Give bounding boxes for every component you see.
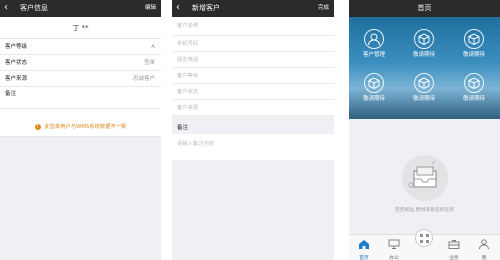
customer-level-field[interactable]: 客户等级 <box>172 68 334 84</box>
feature-grid: 客户管理 敬请期待 敬请期待 敬请期待 敬请期待 敬请期待 <box>349 17 500 119</box>
tab-label: 首页 <box>359 256 369 260</box>
customer-form: 客户名称 手机号码 固定电话 客户等级 客户状态 客户来源 <box>172 17 334 116</box>
new-customer-screen: ‹ 新增客户 完成 客户名称 手机号码 固定电话 客户等级 客户状态 客户来源 … <box>172 0 334 260</box>
row-label: 客户等级 <box>5 44 28 50</box>
user-icon <box>479 239 489 250</box>
tile-label: 敬请期待 <box>462 96 485 102</box>
row-label: 客户状态 <box>5 60 28 66</box>
phone-field[interactable]: 手机号码 <box>172 36 334 52</box>
tile-coming-soon[interactable]: 敬请期待 <box>399 73 449 103</box>
tile-label: 敬请期待 <box>412 96 435 102</box>
tile-label: 敬请期待 <box>362 96 385 102</box>
edit-button[interactable]: 编辑 <box>145 0 156 17</box>
apps-icon <box>415 229 433 247</box>
home-screen: 首页 客户管理 敬请期待 敬请期待 敬请期待 敬请期待 敬请期待 空空如也,暂时… <box>349 0 500 260</box>
customer-info-screen: ‹ 客户信息 编辑 丁 ** 客户等级 A 客户状态 签单 客户来源 忠诚客户 … <box>0 0 161 260</box>
warning-banner: ! 此签单用户与WMS系统数据不一致 <box>0 117 161 137</box>
nav-bar: ‹ 新增客户 完成 <box>172 0 334 17</box>
row-value: 忠诚客户 <box>132 76 155 82</box>
empty-message: 空空如也,暂时没有任何任务 <box>394 208 455 213</box>
monitor-icon <box>388 239 400 249</box>
nav-title: 新增客户 <box>192 4 220 12</box>
empty-state: 空空如也,暂时没有任何任务 <box>349 119 500 213</box>
tab-me[interactable]: 我 <box>469 235 499 260</box>
back-arrow-icon[interactable]: ‹ <box>4 0 8 16</box>
tab-apps[interactable] <box>409 229 439 260</box>
section-gap <box>172 116 334 123</box>
row-value: A <box>151 44 155 50</box>
empty-tray-icon <box>401 155 448 201</box>
nav-title: 首页 <box>417 4 432 12</box>
note-label: 备注 <box>5 91 17 97</box>
customer-status-field[interactable]: 客户状态 <box>172 84 334 100</box>
tab-home[interactable]: 首页 <box>349 235 379 260</box>
landline-field[interactable]: 固定电话 <box>172 52 334 68</box>
note-row: 备注 <box>0 87 161 109</box>
row-value: 签单 <box>143 60 155 66</box>
tab-bar: 首页 办公 业务 我 <box>349 229 500 260</box>
tile-label: 敬请期待 <box>412 52 435 58</box>
box-icon <box>414 73 434 93</box>
nav-bar: 首页 <box>349 0 500 17</box>
customer-source-field[interactable]: 客户来源 <box>172 100 334 116</box>
tile-coming-soon[interactable]: 敬请期待 <box>349 73 399 103</box>
tab-business[interactable]: 业务 <box>439 235 469 260</box>
customer-detail: 丁 ** 客户等级 A 客户状态 签单 客户来源 忠诚客户 备注 ! 此签单用户… <box>0 17 161 137</box>
box-icon <box>464 73 484 93</box>
spacer <box>0 109 161 117</box>
tab-label: 办公 <box>389 256 399 260</box>
box-icon <box>364 73 384 93</box>
row-label: 客户来源 <box>5 76 28 82</box>
tab-label: 我 <box>481 256 487 260</box>
warning-text: 此签单用户与WMS系统数据不一致 <box>44 124 127 130</box>
tile-label: 敬请期待 <box>462 52 485 58</box>
person-icon <box>364 29 384 49</box>
customer-source-row: 客户来源 忠诚客户 <box>0 71 161 87</box>
customer-status-row: 客户状态 签单 <box>0 55 161 71</box>
tile-coming-soon[interactable]: 敬请期待 <box>399 29 449 59</box>
tile-coming-soon[interactable]: 敬请期待 <box>449 73 499 103</box>
back-arrow-icon[interactable]: ‹ <box>176 0 180 16</box>
customer-name-field[interactable]: 客户名称 <box>172 17 334 36</box>
tile-label: 客户管理 <box>362 52 385 58</box>
nav-title: 客户信息 <box>20 4 48 12</box>
warning-icon: ! <box>34 123 41 130</box>
note-input[interactable]: 请输入备注内容 <box>172 134 334 160</box>
tab-label: 业务 <box>449 256 459 260</box>
box-icon <box>464 29 484 49</box>
tile-coming-soon[interactable]: 敬请期待 <box>449 29 499 59</box>
tab-office[interactable]: 办公 <box>379 235 409 260</box>
box-icon <box>414 29 434 49</box>
tile-customer-management[interactable]: 客户管理 <box>349 29 399 59</box>
customer-level-row: 客户等级 A <box>0 39 161 55</box>
done-button[interactable]: 完成 <box>318 0 329 17</box>
nav-bar: ‹ 客户信息 编辑 <box>0 0 161 17</box>
note-label: 备注 <box>172 123 334 134</box>
home-icon <box>359 240 369 249</box>
briefcase-icon <box>448 240 460 249</box>
customer-name: 丁 ** <box>0 17 161 39</box>
